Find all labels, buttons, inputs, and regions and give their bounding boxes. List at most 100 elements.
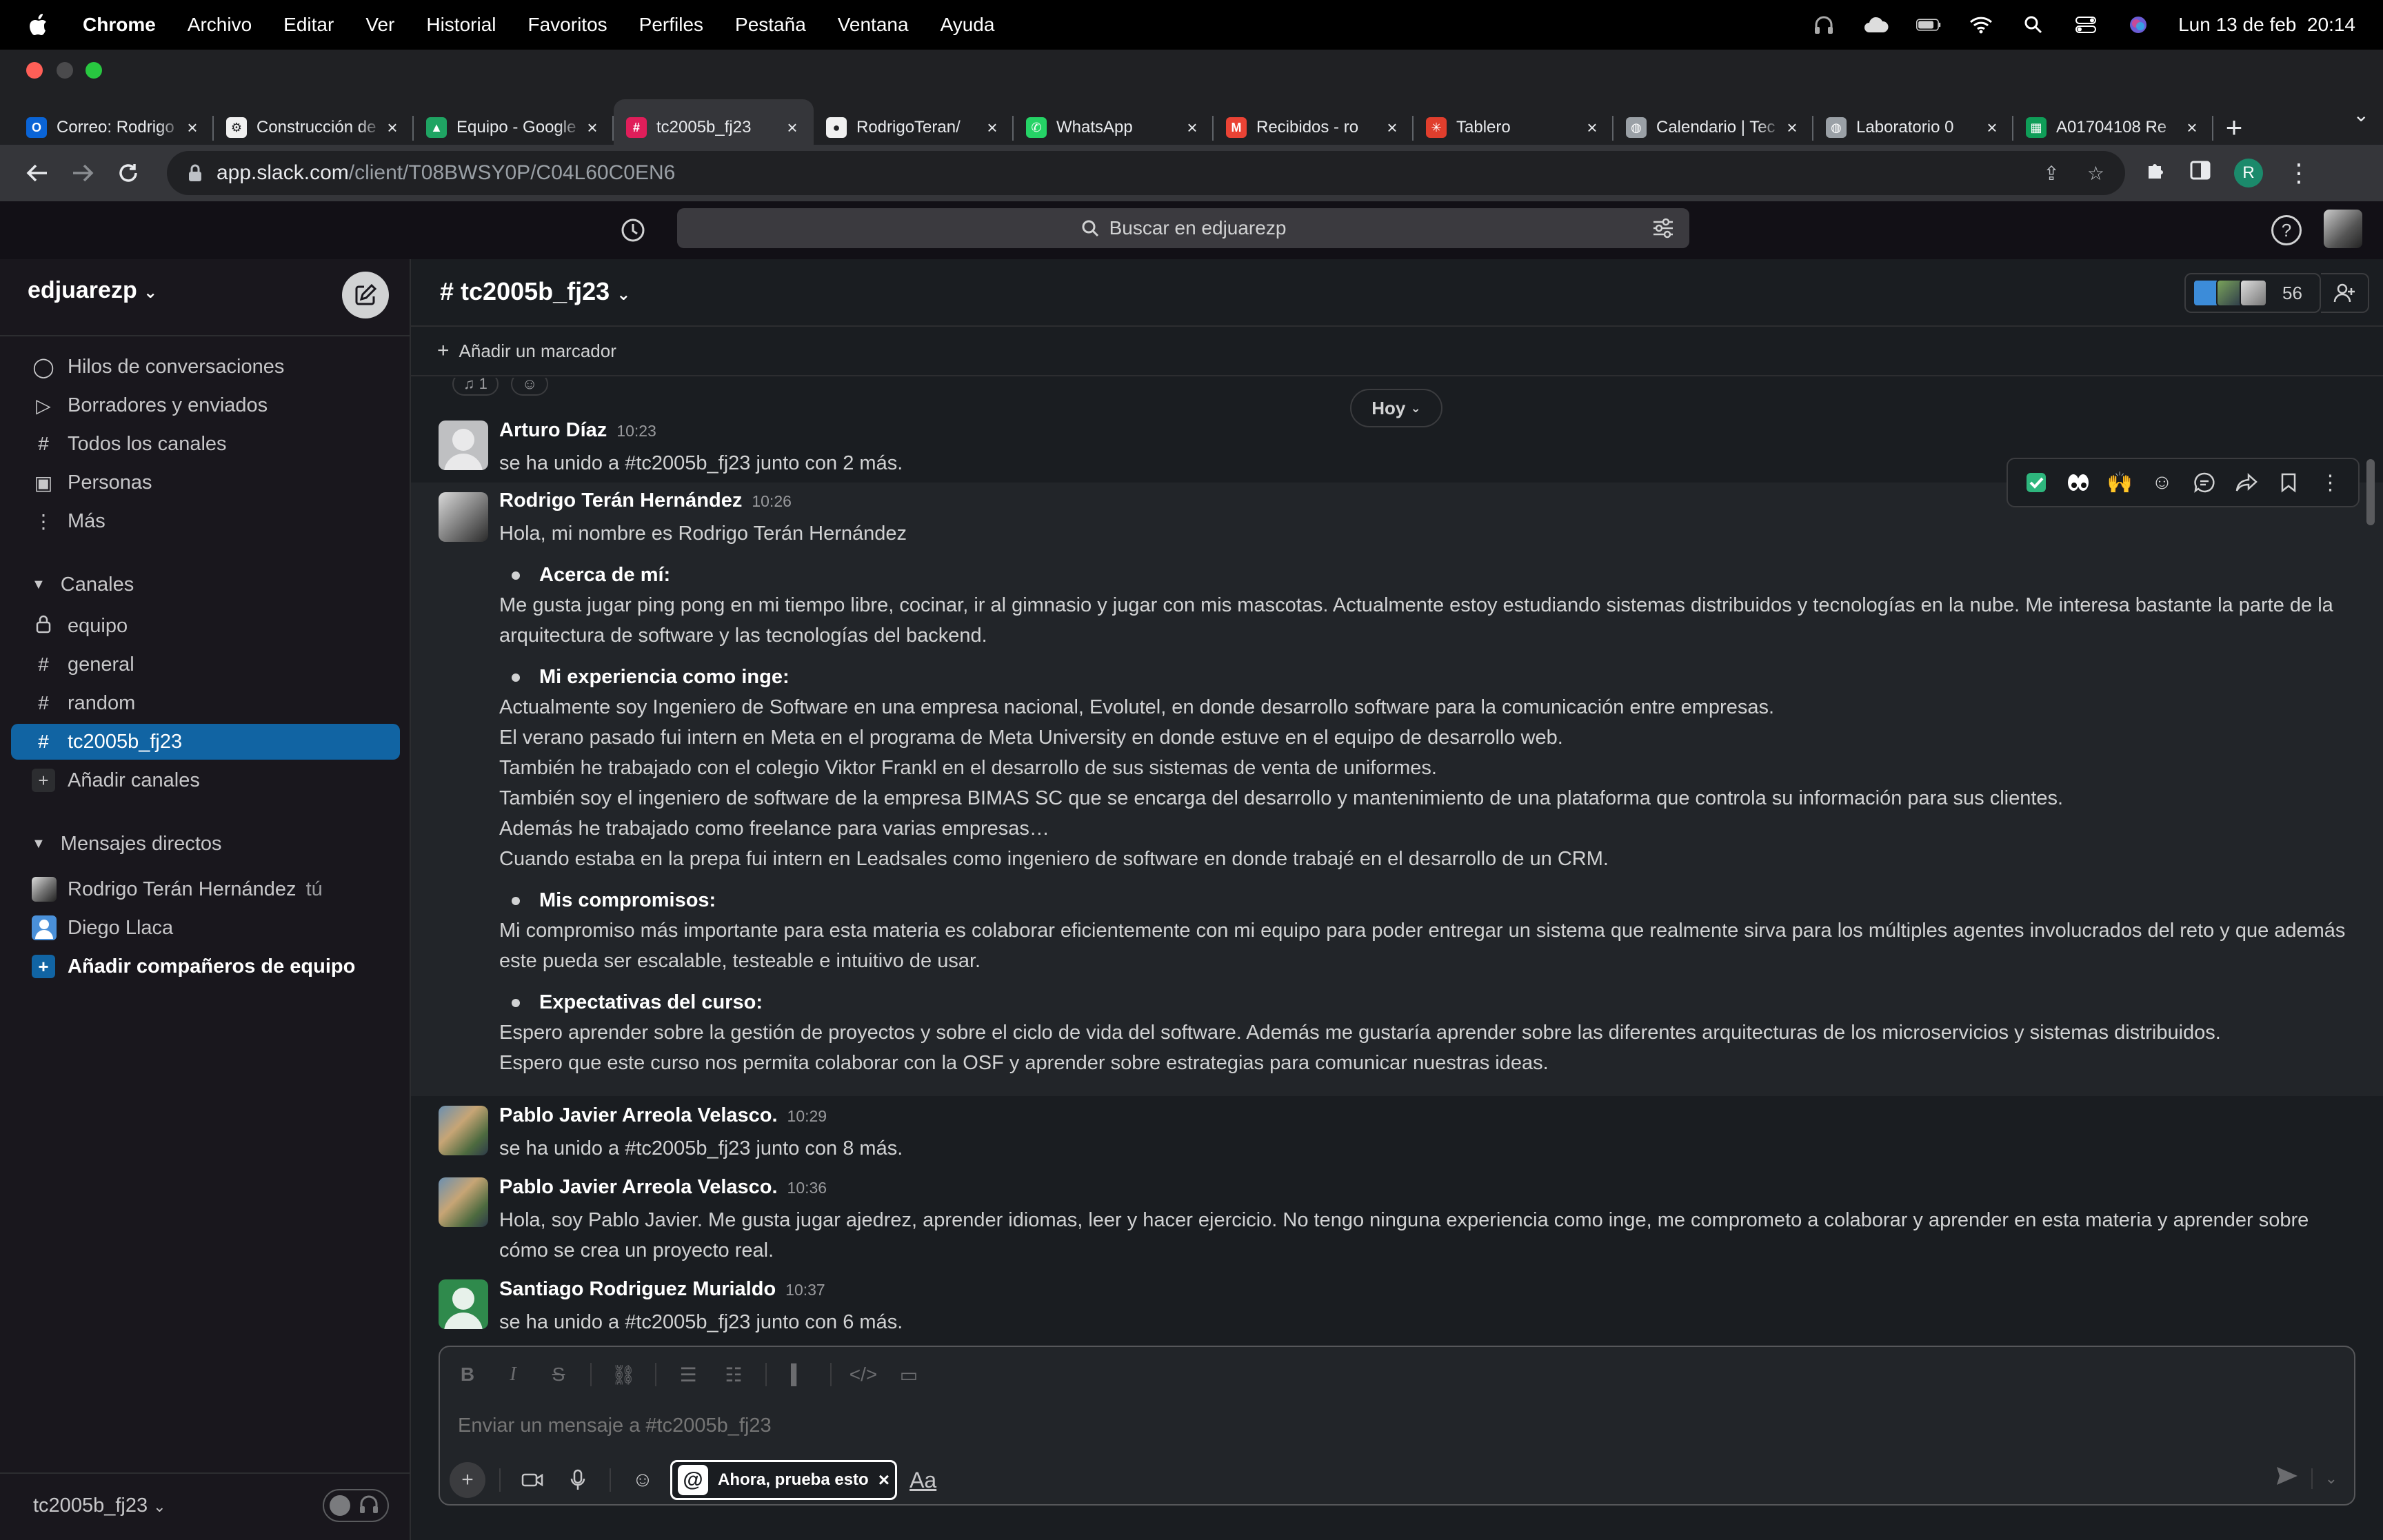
tab-close-icon[interactable]: × — [183, 119, 201, 136]
window-zoom-button[interactable] — [86, 62, 102, 79]
close-icon[interactable]: × — [878, 1469, 889, 1491]
italic-icon[interactable]: I — [495, 1357, 531, 1392]
add-reaction-icon[interactable]: ☺ — [510, 378, 549, 396]
sidebar-item-tc2005b[interactable]: # tc2005b_fj23 — [11, 724, 400, 760]
forward-arrow-icon[interactable] — [62, 152, 103, 194]
text-formatting-toggle[interactable]: Aa — [909, 1468, 936, 1493]
share-icon[interactable] — [2229, 465, 2264, 500]
window-minimize-button[interactable] — [57, 62, 73, 79]
message-author[interactable]: Santiago Rodriguez Murialdo — [499, 1278, 776, 1300]
avatar[interactable] — [439, 1106, 488, 1155]
sidebar-item-more[interactable]: ⋮ Más — [11, 503, 400, 539]
share-page-icon[interactable]: ⇪ — [2043, 162, 2059, 185]
message-scrollbar[interactable] — [2366, 459, 2375, 525]
headphones-status-icon[interactable] — [1811, 14, 1836, 35]
message-timestamp[interactable]: 10:26 — [752, 492, 792, 510]
compose-button[interactable] — [342, 272, 389, 318]
message-row[interactable]: Santiago Rodriguez Murialdo 10:37 se ha u… — [411, 1270, 2383, 1341]
reaction-pill[interactable]: ♫ 1 — [452, 378, 499, 396]
add-member-button[interactable] — [2321, 273, 2369, 313]
message-author[interactable]: Arturo Díaz — [499, 419, 607, 441]
battery-icon[interactable] — [1916, 14, 1941, 35]
wifi-icon[interactable] — [1969, 14, 1993, 35]
lock-icon[interactable] — [188, 164, 203, 182]
avatar[interactable] — [439, 421, 488, 470]
workspace-search-bar[interactable]: Buscar en edjuarezp — [677, 208, 1689, 248]
sidebar-item-random[interactable]: # random — [11, 685, 400, 721]
message-timestamp[interactable]: 10:29 — [787, 1107, 827, 1125]
tab-close-icon[interactable]: × — [383, 119, 401, 136]
message-input[interactable] — [458, 1406, 2320, 1445]
sidebar-item-equipo[interactable]: equipo — [11, 608, 400, 644]
sidebar-item-add-channels[interactable]: + Añadir canales — [11, 762, 400, 798]
tab-close-icon[interactable]: × — [583, 119, 601, 136]
sidebar-dm-self[interactable]: Rodrigo Terán Hernández tú — [11, 871, 400, 907]
address-bar[interactable]: app.slack.com/client/T08BWSY0P/C04L60C0E… — [167, 151, 2125, 195]
check-reaction-icon[interactable] — [2019, 465, 2053, 500]
menu-ayuda[interactable]: Ayuda — [941, 14, 995, 36]
sidebar-dm-diego[interactable]: Diego Llaca — [11, 910, 400, 946]
menu-ventana[interactable]: Ventana — [838, 14, 909, 36]
message-row[interactable]: Rodrigo Terán Hernández 10:26 Hola, mi no… — [411, 483, 2383, 1096]
add-reaction-icon[interactable]: ☺ — [2145, 465, 2180, 500]
window-close-button[interactable] — [26, 62, 43, 79]
menu-pestana[interactable]: Pestaña — [735, 14, 806, 36]
sidebar-item-threads[interactable]: ◯ Hilos de conversaciones — [11, 349, 400, 385]
message-row[interactable]: Pablo Javier Arreola Velasco. 10:29 se ha… — [411, 1096, 2383, 1168]
video-clip-icon[interactable] — [514, 1462, 550, 1498]
bulleted-list-icon[interactable]: ☷ — [716, 1357, 752, 1392]
message-author[interactable]: Pablo Javier Arreola Velasco. — [499, 1176, 778, 1198]
tab-close-icon[interactable]: × — [1983, 119, 2001, 136]
channels-section-header[interactable]: ▼ Canales — [32, 574, 134, 596]
chrome-profile-avatar[interactable]: R — [2234, 159, 2263, 188]
reply-thread-icon[interactable] — [2187, 465, 2222, 500]
huddle-toggle[interactable] — [323, 1489, 389, 1522]
message-timestamp[interactable]: 10:37 — [785, 1281, 825, 1299]
menu-ver[interactable]: Ver — [365, 14, 394, 36]
tab-close-icon[interactable]: × — [1183, 119, 1201, 136]
sidebar-item-all-channels[interactable]: # Todos los canales — [11, 426, 400, 462]
raised-hands-reaction-icon[interactable]: 🙌 — [2103, 465, 2138, 500]
menu-editar[interactable]: Editar — [283, 14, 334, 36]
sidebar-item-add-teammates[interactable]: + Añadir compañeros de equipo — [11, 949, 400, 984]
avatar[interactable] — [439, 492, 488, 542]
siri-icon[interactable] — [2126, 14, 2151, 35]
help-icon[interactable]: ? — [2271, 215, 2302, 245]
message-timestamp[interactable]: 10:23 — [616, 422, 656, 440]
bookmark-icon[interactable] — [2271, 465, 2306, 500]
apple-logo-icon[interactable] — [28, 13, 48, 37]
message-author[interactable]: Rodrigo Terán Hernández — [499, 489, 742, 511]
cloud-app-icon[interactable] — [1864, 14, 1889, 35]
attach-plus-icon[interactable]: + — [450, 1462, 485, 1498]
schedule-send-chevron-icon[interactable]: ⌄ — [2325, 1470, 2337, 1488]
menubar-datetime[interactable]: Lun 13 de feb 20:14 — [2178, 14, 2355, 36]
strikethrough-icon[interactable]: S — [541, 1357, 576, 1392]
blockquote-icon[interactable]: ▍ — [781, 1357, 816, 1392]
sidebar-item-drafts[interactable]: ▷ Borradores y enviados — [11, 387, 400, 423]
control-center-icon[interactable] — [2073, 14, 2098, 35]
menu-favoritos[interactable]: Favoritos — [528, 14, 607, 36]
send-icon[interactable] — [2275, 1466, 2299, 1492]
side-panel-icon[interactable] — [2190, 161, 2211, 185]
avatar[interactable] — [439, 1177, 488, 1227]
bold-icon[interactable]: B — [450, 1357, 485, 1392]
member-list-button[interactable]: 56 — [2184, 273, 2321, 313]
history-clock-icon[interactable] — [618, 215, 648, 245]
dms-section-header[interactable]: ▼ Mensajes directos — [32, 833, 222, 855]
user-avatar[interactable] — [2324, 210, 2362, 248]
chrome-menu-kebab-icon[interactable]: ⋮ — [2286, 159, 2311, 188]
add-bookmark-button[interactable]: + Añadir un marcador — [437, 339, 616, 363]
search-filter-icon[interactable] — [1652, 218, 1674, 239]
sidebar-item-people[interactable]: ▣ Personas — [11, 465, 400, 500]
bookmark-star-icon[interactable]: ☆ — [2087, 162, 2104, 185]
tab-close-icon[interactable]: × — [1383, 119, 1401, 136]
sidebar-item-general[interactable]: # general — [11, 647, 400, 682]
extensions-puzzle-icon[interactable] — [2144, 159, 2166, 187]
link-icon[interactable]: ⛓ — [605, 1357, 641, 1392]
channel-name-button[interactable]: # tc2005b_fj23 ⌄ — [440, 277, 630, 306]
message-timestamp[interactable]: 10:36 — [787, 1179, 827, 1197]
huddle-channel-selector[interactable]: tc2005b_fj23 ⌄ — [33, 1495, 166, 1517]
code-block-icon[interactable]: ▭ — [891, 1357, 927, 1392]
spotlight-search-icon[interactable] — [2021, 14, 2046, 35]
eyes-reaction-icon[interactable] — [2061, 465, 2095, 500]
